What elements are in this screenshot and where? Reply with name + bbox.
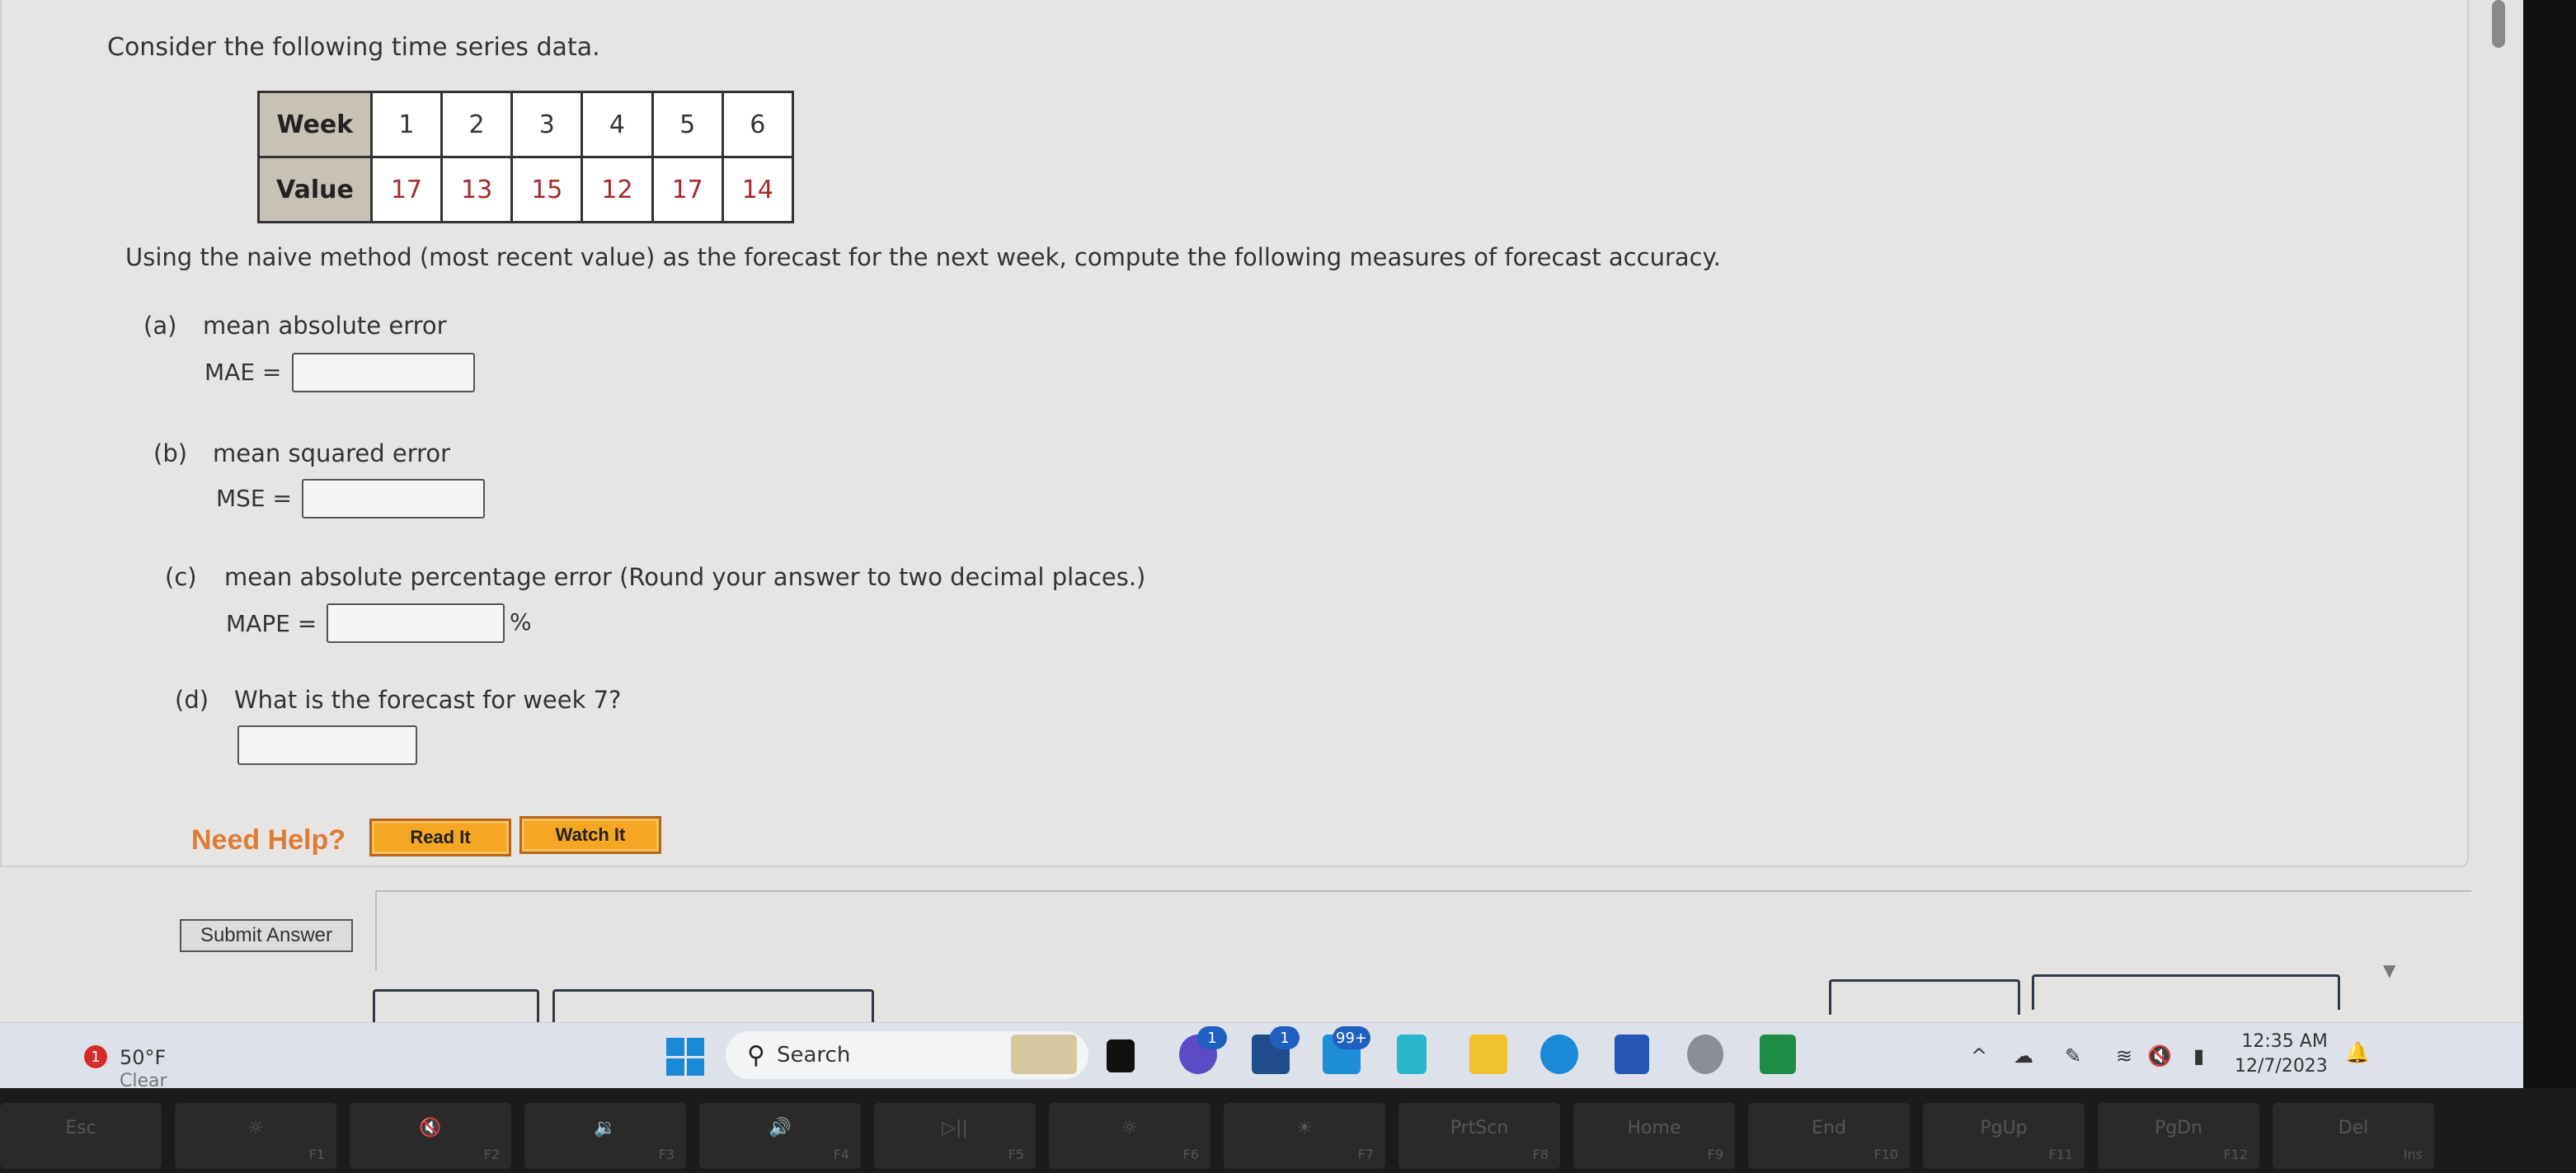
key-f1: ☼ F1	[175, 1103, 336, 1169]
teams-meet-icon[interactable]: 1	[1179, 1026, 1227, 1074]
time-series-table: Week 1 2 3 4 5 6 Value 17 13 15 12 17 14	[257, 91, 794, 223]
value-cell: 17	[651, 156, 724, 223]
part-a-text: mean absolute error	[203, 312, 447, 340]
word-icon[interactable]	[1615, 1035, 1649, 1074]
settings-icon[interactable]	[1687, 1035, 1723, 1074]
task-view-icon[interactable]	[1107, 1039, 1135, 1072]
key-f6: ☼ F6	[1049, 1103, 1210, 1169]
clock-time: 12:35 AM	[2241, 1031, 2328, 1052]
key-f5: ▷|| F5	[874, 1103, 1036, 1169]
key-f12: PgDn F12	[2098, 1103, 2259, 1169]
part-c-label: (c)	[165, 563, 197, 591]
week-cell: 1	[369, 91, 444, 158]
microsoft-store-icon[interactable]: 1	[1252, 1026, 1300, 1074]
week-cell: 2	[440, 91, 514, 158]
week-cell: 3	[510, 91, 584, 158]
edge-icon[interactable]	[1540, 1035, 1578, 1074]
need-help-label: Need Help?	[191, 824, 346, 856]
browser-screen: Consider the following time series data.…	[0, 0, 2523, 1091]
onedrive-icon[interactable]: ☁	[2014, 1044, 2033, 1067]
part-a-label: (a)	[143, 312, 177, 340]
key-f10: End F10	[1748, 1103, 1910, 1169]
value-cell: 15	[510, 156, 584, 223]
search-icon: ⚲	[747, 1040, 765, 1070]
mape-label: MAPE =	[226, 610, 317, 637]
mae-label: MAE =	[204, 359, 282, 386]
week-cell: 6	[721, 91, 794, 158]
mape-percent-sign: %	[510, 608, 532, 636]
read-it-button[interactable]: Read It	[369, 819, 511, 856]
watch-it-button[interactable]: Watch It	[519, 816, 661, 854]
part-a: (a) mean absolute error	[143, 312, 447, 340]
show-hidden-icons-chevron[interactable]: ^	[1971, 1044, 1987, 1067]
part-b: (b) mean squared error	[153, 439, 450, 467]
mail-icon[interactable]: 99+	[1323, 1026, 1370, 1074]
key-f9: Home F9	[1573, 1103, 1735, 1169]
key-del: Del Ins	[2273, 1103, 2434, 1169]
laptop-keyboard: Esc ☼ F1 🔇 F2 🔉 F3 🔊 F4 ▷|| F5 ☼ F6 ☀ F7 PrtScn…	[0, 1088, 2576, 1173]
next-section-tab[interactable]	[552, 989, 874, 1025]
key-f2: 🔇 F2	[350, 1103, 511, 1169]
next-section-tab[interactable]	[1829, 979, 2020, 1015]
week-cell: 4	[581, 91, 654, 158]
weather-temp[interactable]: 50°F	[120, 1046, 166, 1069]
part-c: (c) mean absolute percentage error (Round…	[165, 563, 1145, 591]
key-esc: Esc	[0, 1103, 162, 1169]
file-explorer-icon[interactable]	[1469, 1035, 1507, 1074]
part-d-text: What is the forecast for week 7?	[234, 686, 622, 714]
battery-icon[interactable]: ▮	[2193, 1044, 2204, 1067]
notification-badge: 1	[1197, 1026, 1227, 1049]
response-area	[375, 890, 2471, 970]
week7-forecast-input[interactable]	[237, 725, 417, 765]
value-cell: 14	[721, 156, 794, 223]
windows-start-icon[interactable]	[666, 1038, 704, 1076]
notification-badge: 99+	[1333, 1026, 1370, 1049]
search-label: Search	[776, 1043, 851, 1067]
mae-input[interactable]	[292, 353, 475, 392]
clock[interactable]: 12:35 AM 12/7/2023	[2235, 1030, 2328, 1079]
weather-alert-badge: 1	[84, 1045, 107, 1068]
page-scrollbar[interactable]	[2492, 0, 2505, 48]
scroll-down-arrow-icon[interactable]: ▼	[2383, 960, 2395, 980]
question-intro: Consider the following time series data.	[107, 33, 600, 62]
wifi-icon[interactable]: ≋	[2116, 1044, 2132, 1067]
notification-bell-icon[interactable]: 🔔	[2345, 1041, 2370, 1064]
submit-answer-button[interactable]: Submit Answer	[180, 919, 353, 952]
notification-badge: 1	[1270, 1026, 1300, 1049]
next-section-tab[interactable]	[373, 989, 539, 1025]
part-b-text: mean squared error	[213, 439, 451, 467]
row-header-value: Value	[257, 156, 373, 223]
value-row: Value 17 13 15 12 17 14	[257, 156, 794, 223]
part-c-text: mean absolute percentage error (Round yo…	[224, 563, 1146, 591]
week-row: Week 1 2 3 4 5 6	[257, 91, 794, 158]
widgets-icon[interactable]	[1011, 1035, 1077, 1074]
value-cell: 13	[440, 156, 514, 223]
value-cell: 17	[369, 156, 444, 223]
question-prompt: Using the naive method (most recent valu…	[125, 243, 1721, 271]
pen-icon[interactable]: ✎	[2065, 1044, 2081, 1067]
mse-label: MSE =	[216, 485, 292, 512]
volume-muted-icon[interactable]: 🔇	[2147, 1044, 2172, 1067]
question-card: Consider the following time series data.…	[0, 0, 2469, 867]
excel-icon[interactable]	[1760, 1035, 1796, 1074]
part-b-label: (b)	[153, 439, 188, 467]
key-f7: ☀ F7	[1224, 1103, 1385, 1169]
key-f8: PrtScn F8	[1398, 1103, 1560, 1169]
key-f4: 🔊 F4	[699, 1103, 861, 1169]
part-d: (d) What is the forecast for week 7?	[175, 686, 621, 714]
part-d-label: (d)	[175, 686, 209, 714]
mape-input[interactable]	[327, 603, 505, 643]
mse-input[interactable]	[302, 479, 485, 518]
key-f3: 🔉 F3	[524, 1103, 686, 1169]
row-header-week: Week	[257, 91, 373, 158]
value-cell: 12	[581, 156, 654, 223]
windows-taskbar: 1 50°F Clear ⚲ Search 1 1 99+ ^ ☁ ✎ ≋ 🔇	[0, 1022, 2523, 1091]
next-section-tab[interactable]	[2032, 974, 2340, 1010]
week-cell: 5	[651, 91, 724, 158]
notepad-icon[interactable]	[1397, 1035, 1427, 1074]
key-f11: PgUp F11	[1923, 1103, 2085, 1169]
clock-date: 12/7/2023	[2235, 1056, 2328, 1077]
